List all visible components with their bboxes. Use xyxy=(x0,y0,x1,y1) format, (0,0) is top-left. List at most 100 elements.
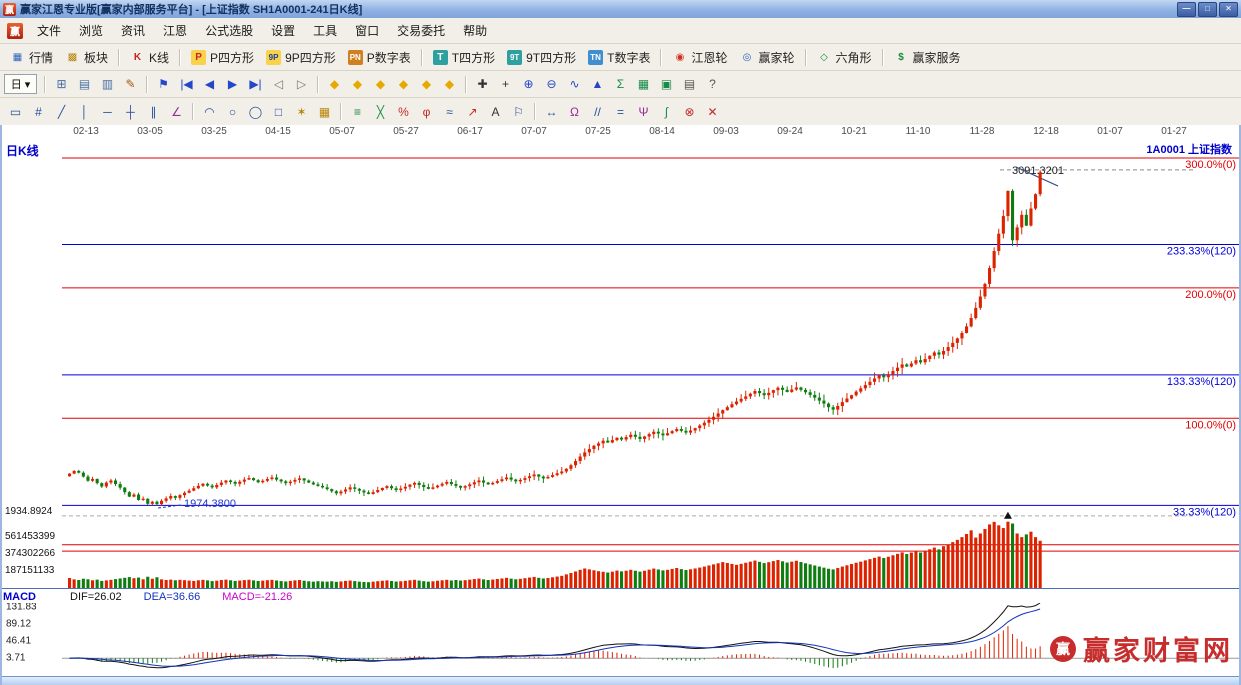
t-square-button[interactable]: T T四方形 xyxy=(427,48,501,67)
date-tick-05-07: 05-07 xyxy=(329,126,355,137)
date-tick-12-18: 12-18 xyxy=(1033,126,1059,137)
step-back-icon[interactable]: ◁ xyxy=(267,74,290,94)
speed-line-icon[interactable]: // xyxy=(586,102,609,122)
horizontal-line-icon[interactable]: ─ xyxy=(96,102,119,122)
t-number-table-button[interactable]: TN T数字表 xyxy=(582,48,656,67)
export-icon[interactable]: ▣ xyxy=(655,74,678,94)
9p-square-button[interactable]: 9P 9P四方形 xyxy=(260,48,342,67)
restore-button[interactable]: □ xyxy=(1198,1,1217,17)
9t-square-button[interactable]: 9T 9T四方形 xyxy=(501,48,582,67)
page-icon[interactable]: ▤ xyxy=(73,74,96,94)
title-bar[interactable]: 赢 赢家江恩专业版[赢家内部服务平台] - [上证指数 SH1A0001-241… xyxy=(0,0,1241,18)
trend-line-icon[interactable]: ╱ xyxy=(50,102,73,122)
play-icon[interactable]: ▶ xyxy=(221,74,244,94)
menu-item-7[interactable]: 窗口 xyxy=(346,19,388,42)
gann-diamond-6-icon[interactable]: ◆ xyxy=(438,74,461,94)
circle-icon[interactable]: ○ xyxy=(221,102,244,122)
kline-chart-svg: 300.0%(0) 233.33%(120) 200.0%(0) 133.33%(12… xyxy=(62,157,1241,588)
quotes-icon: ▦ xyxy=(12,51,23,63)
period-selector[interactable]: 日 ▾ xyxy=(4,74,37,94)
window-title: 赢家江恩专业版[赢家内部服务平台] - [上证指数 SH1A0001-241日K… xyxy=(20,4,363,16)
kline-button[interactable]: K K线 xyxy=(124,48,175,67)
step-forward-icon[interactable]: ▷ xyxy=(290,74,313,94)
fib-retrace-icon[interactable]: ≡ xyxy=(346,102,369,122)
fib-fan-icon[interactable]: ╳ xyxy=(369,102,392,122)
zoom-in-icon[interactable]: ⊕ xyxy=(517,74,540,94)
menu-item-0[interactable]: 文件 xyxy=(28,19,70,42)
wave-icon[interactable]: ≈ xyxy=(438,102,461,122)
date-tick-08-14: 08-14 xyxy=(649,126,675,137)
pitchfork-icon[interactable]: Ψ xyxy=(632,102,655,122)
hand-tool-icon[interactable]: ✚ xyxy=(471,74,494,94)
cross-line-icon[interactable]: ┼ xyxy=(119,102,142,122)
window-layout-icon[interactable]: ⊞ xyxy=(50,74,73,94)
help-icon[interactable]: ? xyxy=(701,74,724,94)
percent-line-icon[interactable]: % xyxy=(392,102,415,122)
parallel-lines-icon[interactable]: ∥ xyxy=(142,102,165,122)
pencil-icon[interactable]: ✎ xyxy=(119,74,142,94)
winner-wheel-button[interactable]: ◎ 赢家轮 xyxy=(733,48,800,67)
flag-mark-icon[interactable]: ⚐ xyxy=(507,102,530,122)
toolbar-separator xyxy=(118,48,121,66)
bottom-scrollbar[interactable] xyxy=(0,676,1241,685)
last-bar-icon[interactable]: ▶| xyxy=(244,74,267,94)
gann-fan-icon[interactable]: ✶ xyxy=(290,102,313,122)
prev-bar-icon[interactable]: ◀ xyxy=(198,74,221,94)
winner-service-button[interactable]: $ 赢家服务 xyxy=(888,48,967,67)
delete-draw-icon[interactable]: ✕ xyxy=(701,102,724,122)
angle-line-icon[interactable]: ∠ xyxy=(165,102,188,122)
crosshair-icon[interactable]: + xyxy=(494,74,517,94)
gann-diamond-2-icon[interactable]: ◆ xyxy=(346,74,369,94)
menu-item-6[interactable]: 工具 xyxy=(304,19,346,42)
menu-item-8[interactable]: 交易委托 xyxy=(388,19,454,42)
list-icon[interactable]: ▥ xyxy=(96,74,119,94)
zoom-out-icon[interactable]: ⊖ xyxy=(540,74,563,94)
cycle-line-icon[interactable]: Ω xyxy=(563,102,586,122)
toolbar-separator xyxy=(660,48,663,66)
close-button[interactable]: ✕ xyxy=(1219,1,1238,17)
ellipse-icon[interactable]: ◯ xyxy=(244,102,267,122)
macd-indicator-label[interactable]: MACD xyxy=(3,591,36,603)
blocks-button[interactable]: ▩ 板块 xyxy=(59,48,114,67)
p-square-button[interactable]: P P四方形 xyxy=(185,48,260,67)
golden-ratio-icon[interactable]: φ xyxy=(415,102,438,122)
gann-wheel-button[interactable]: ◉ 江恩轮 xyxy=(666,48,733,67)
p-number-table-button[interactable]: PN P数字表 xyxy=(342,48,417,67)
toolbar-separator xyxy=(881,48,884,66)
gann-diamond-3-icon[interactable]: ◆ xyxy=(369,74,392,94)
gann-diamond-4-icon[interactable]: ◆ xyxy=(392,74,415,94)
menu-item-2[interactable]: 资讯 xyxy=(112,19,154,42)
menu-item-1[interactable]: 浏览 xyxy=(70,19,112,42)
kline-chart-pane[interactable]: 300.0%(0) 233.33%(120) 200.0%(0) 133.33%(12… xyxy=(0,139,1241,588)
hexagon-button[interactable]: ◇ 六角形 xyxy=(811,48,878,67)
arrow-mark-icon[interactable]: ↗ xyxy=(461,102,484,122)
bar-mode-icon[interactable]: ▲ xyxy=(586,74,609,94)
quotes-button[interactable]: ▦ 行情 xyxy=(4,48,59,67)
channel-icon[interactable]: = xyxy=(609,102,632,122)
print-icon[interactable]: ▤ xyxy=(678,74,701,94)
regression-icon[interactable]: ∫ xyxy=(655,102,678,122)
first-bar-icon[interactable]: |◀ xyxy=(175,74,198,94)
rectangle-icon[interactable]: □ xyxy=(267,102,290,122)
symbol-label: 1A0001 上证指数 xyxy=(1146,144,1232,156)
menu-item-4[interactable]: 公式选股 xyxy=(196,19,262,42)
menu-item-9[interactable]: 帮助 xyxy=(454,19,496,42)
grid-lines-icon[interactable]: # xyxy=(27,102,50,122)
table-icon[interactable]: ▦ xyxy=(632,74,655,94)
vertical-line-icon[interactable]: │ xyxy=(73,102,96,122)
svg-text:89.12: 89.12 xyxy=(6,619,31,630)
gann-diamond-1-icon[interactable]: ◆ xyxy=(323,74,346,94)
menu-item-3[interactable]: 江恩 xyxy=(154,19,196,42)
minimize-button[interactable]: — xyxy=(1177,1,1196,17)
arc-icon[interactable]: ◠ xyxy=(198,102,221,122)
measure-icon[interactable]: ↔ xyxy=(540,102,563,122)
flag-icon[interactable]: ⚑ xyxy=(152,74,175,94)
text-mark-icon[interactable]: A xyxy=(484,102,507,122)
gann-grid-icon[interactable]: ▦ xyxy=(313,102,336,122)
mirror-icon[interactable]: ⊗ xyxy=(678,102,701,122)
menu-item-5[interactable]: 设置 xyxy=(262,19,304,42)
line-mode-icon[interactable]: ∿ xyxy=(563,74,586,94)
select-icon[interactable]: ▭ xyxy=(4,102,27,122)
gann-diamond-5-icon[interactable]: ◆ xyxy=(415,74,438,94)
stats-icon[interactable]: Σ xyxy=(609,74,632,94)
